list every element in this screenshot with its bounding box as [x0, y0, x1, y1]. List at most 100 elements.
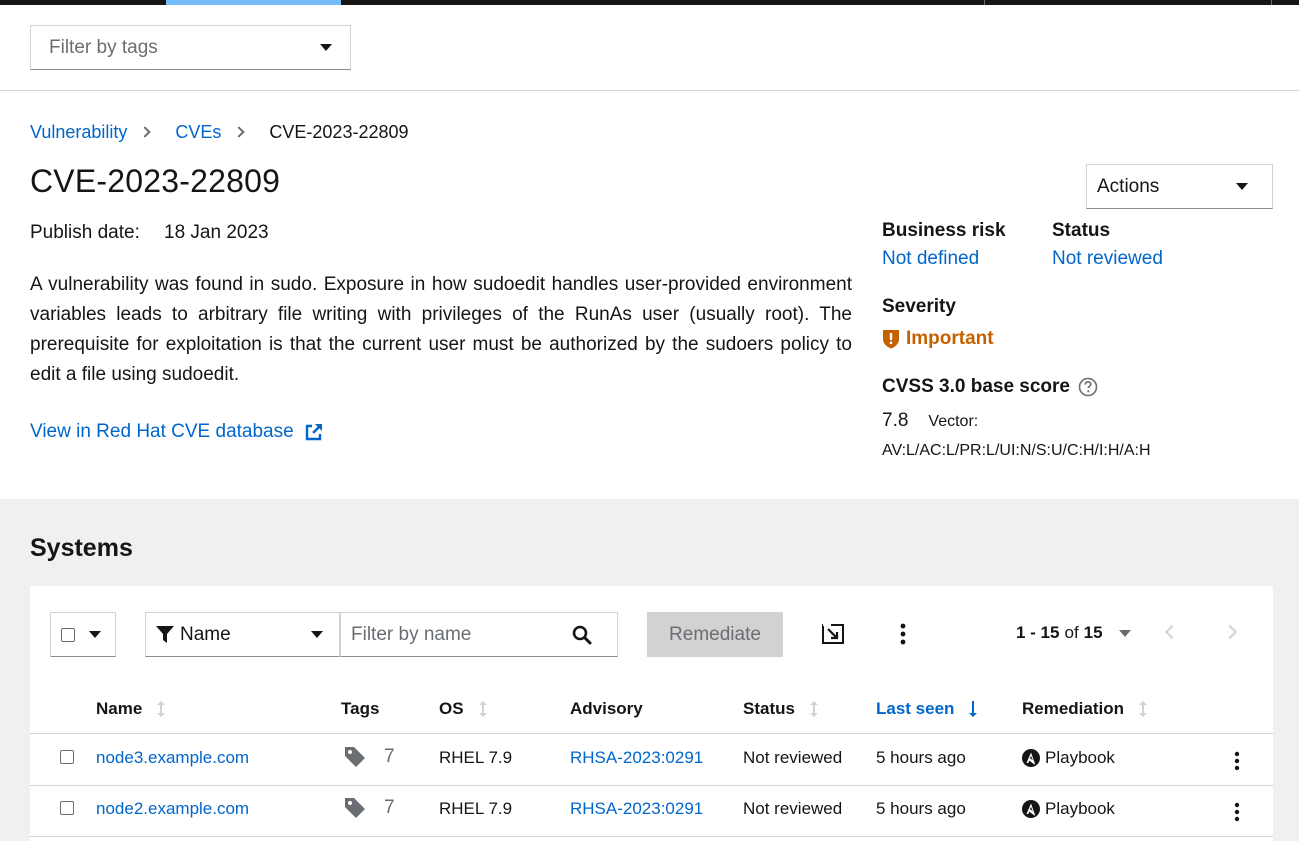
search-icon[interactable] [572, 625, 592, 645]
severity-badge: Important [882, 328, 994, 350]
external-link-icon [305, 424, 322, 441]
caret-down-icon [1118, 629, 1131, 637]
systems-table-card: Name Remediate 1 - 15 of 15 Name Tags OS [30, 586, 1273, 841]
sort-icon [157, 701, 166, 717]
pagination-of: of [1064, 623, 1079, 642]
column-header-label: Last seen [876, 699, 955, 718]
row-checkbox[interactable] [60, 801, 74, 815]
previous-page-button[interactable] [1164, 624, 1180, 640]
sort-icon [1139, 701, 1148, 717]
breadcrumb-vulnerability[interactable]: Vulnerability [30, 122, 127, 143]
column-header-status[interactable]: Status [743, 699, 819, 719]
tags-cell[interactable]: 7 [344, 797, 395, 819]
remediation-cell: Playbook [1022, 799, 1115, 819]
os-value: RHEL 7.9 [439, 799, 513, 818]
remediate-button[interactable]: Remediate [647, 612, 783, 657]
help-icon[interactable] [1078, 377, 1098, 397]
nav-separator [984, 0, 985, 5]
filter-attribute-label: Name [180, 623, 231, 645]
publish-date-label: Publish date: [30, 222, 140, 243]
bulk-select-dropdown[interactable] [50, 612, 116, 657]
tags-cell[interactable]: 7 [344, 746, 395, 768]
actions-label: Actions [1097, 175, 1160, 197]
breadcrumb-cves[interactable]: CVEs [175, 122, 221, 143]
system-name-link[interactable]: node3.example.com [96, 748, 249, 768]
name-search-input[interactable] [351, 623, 566, 646]
tag-count: 7 [384, 746, 395, 767]
column-header-label: Tags [341, 699, 380, 718]
cvss-label: CVSS 3.0 base score [882, 376, 1070, 397]
tag-icon [345, 747, 365, 767]
breadcrumb-current: CVE-2023-22809 [269, 121, 409, 142]
divider [30, 836, 1273, 837]
breadcrumb: Vulnerability CVEs CVE-2023-22809 [30, 120, 409, 144]
column-header-name[interactable]: Name [96, 699, 166, 719]
actions-dropdown[interactable]: Actions [1086, 164, 1273, 209]
publish-date: Publish date: 18 Jan 2023 [30, 222, 269, 244]
column-header-last-seen[interactable]: Last seen [876, 699, 978, 719]
row-kebab-icon[interactable] [1233, 802, 1241, 822]
cvss-vector: AV:L/AC:L/PR:L/UI:N/S:U/C:H/I:H/A:H [882, 442, 1151, 459]
column-header-os[interactable]: OS [439, 699, 488, 719]
status-label: Status [1052, 220, 1111, 241]
last-seen-value: 5 hours ago [876, 799, 966, 818]
chevron-right-icon [139, 126, 152, 138]
export-icon[interactable] [822, 624, 844, 644]
tag-filter-placeholder: Filter by tags [49, 36, 158, 58]
row-kebab-icon[interactable] [1233, 751, 1241, 771]
systems-title: Systems [30, 534, 133, 562]
column-header-label: Status [743, 699, 795, 718]
business-risk-value[interactable]: Not defined [882, 248, 979, 270]
column-header-remediation[interactable]: Remediation [1022, 699, 1148, 719]
cve-database-link[interactable]: View in Red Hat CVE database [30, 421, 324, 443]
system-name-link[interactable]: node2.example.com [96, 799, 249, 819]
sort-icon [809, 701, 818, 717]
column-header-label: Remediation [1022, 699, 1125, 718]
cve-database-link-label: View in Red Hat CVE database [30, 421, 294, 442]
os-value: RHEL 7.9 [439, 748, 513, 767]
nav-separator [1271, 0, 1272, 5]
remediation-value: Playbook [1045, 748, 1115, 767]
pagination-range: 1 - 15 [1016, 623, 1060, 642]
column-header-label: OS [439, 699, 464, 718]
remediation-value: Playbook [1045, 799, 1115, 818]
column-header-tags: Tags [341, 699, 379, 719]
advisory-link[interactable]: RHSA-2023:0291 [570, 748, 703, 768]
cvss-heading: CVSS 3.0 base score [882, 376, 1098, 398]
column-header-advisory: Advisory [570, 699, 643, 719]
next-page-button[interactable] [1222, 624, 1238, 640]
filter-icon [156, 625, 174, 643]
caret-down-icon [311, 631, 323, 638]
advisory-link[interactable]: RHSA-2023:0291 [570, 799, 703, 819]
severity-label: Severity [882, 296, 956, 317]
bulk-select-checkbox[interactable] [61, 627, 75, 642]
pagination-total: 15 [1083, 623, 1103, 642]
status-value[interactable]: Not reviewed [1052, 248, 1163, 270]
caret-down-icon [1236, 183, 1248, 190]
name-search-box [340, 612, 618, 657]
severity-value: Important [906, 328, 994, 349]
ansible-icon [1022, 749, 1040, 767]
cve-description: A vulnerability was found in sudo. Expos… [30, 274, 852, 385]
cvss-score-row: 7.8 Vector: [882, 410, 978, 432]
business-risk-label: Business risk [882, 220, 1006, 241]
column-header-label: Name [96, 699, 143, 718]
top-nav-bar [0, 0, 1299, 5]
ansible-icon [1022, 800, 1040, 818]
sort-icon [478, 701, 487, 717]
caret-down-icon [89, 631, 101, 638]
pagination-toggle[interactable]: 1 - 15 of 15 [1016, 623, 1131, 643]
last-seen-value: 5 hours ago [876, 748, 966, 767]
shield-exclamation-icon [883, 330, 899, 349]
row-checkbox[interactable] [60, 750, 74, 764]
tag-filter-dropdown[interactable]: Filter by tags [30, 25, 351, 70]
filter-attribute-dropdown[interactable]: Name [145, 612, 340, 657]
chevron-right-icon [233, 126, 246, 138]
status-value: Not reviewed [743, 748, 843, 767]
publish-date-value: 18 Jan 2023 [164, 222, 269, 243]
status-value: Not reviewed [743, 799, 843, 818]
kebab-menu-icon[interactable] [898, 622, 908, 646]
table-row: node3.example.com 7 RHEL 7.9 RHSA-2023:0… [30, 734, 1273, 785]
tag-count: 7 [384, 797, 395, 818]
vector-label: Vector: [928, 413, 979, 430]
